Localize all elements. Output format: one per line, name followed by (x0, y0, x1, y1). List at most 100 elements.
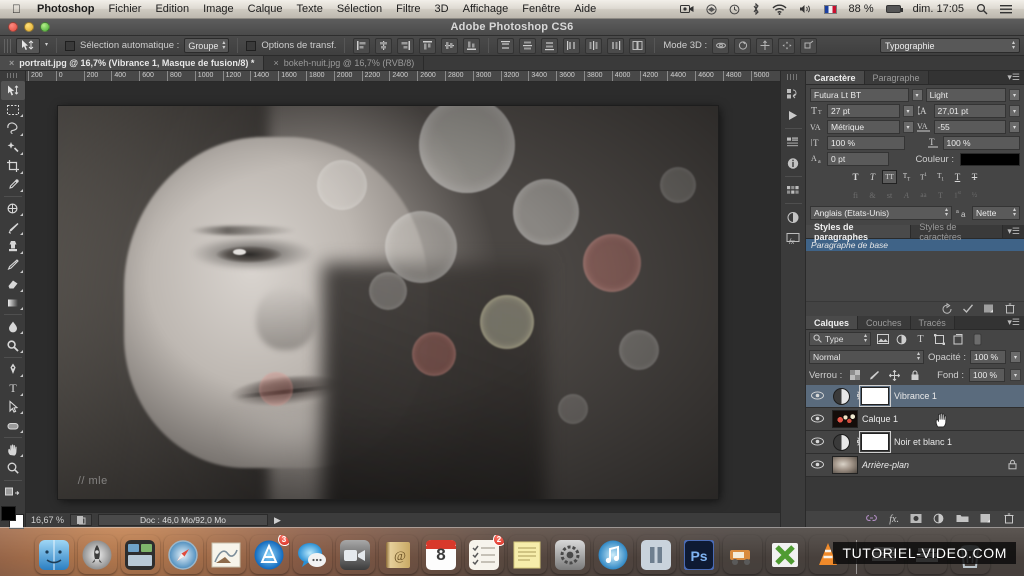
brush-tool[interactable] (1, 218, 25, 237)
menu-app-name[interactable]: Photoshop (30, 0, 101, 19)
menu-affichage[interactable]: Affichage (456, 0, 516, 19)
clone-stamp-tool[interactable] (1, 237, 25, 256)
tab-styles-caracteres[interactable]: Styles de caractères (911, 222, 1004, 242)
pixel-filter-icon[interactable] (875, 332, 890, 346)
add-layer-mask-icon[interactable] (910, 513, 922, 526)
dock-item-excel[interactable] (766, 535, 805, 574)
document-thumb-icon[interactable] (70, 514, 93, 526)
paragraph-styles-list[interactable]: Paragraphe de base (806, 239, 1024, 301)
distribute-left-icon[interactable] (563, 37, 581, 54)
hand-tool[interactable] (1, 440, 25, 459)
dock-item-contacts[interactable]: @ (379, 535, 418, 574)
path-selection-tool[interactable] (1, 398, 25, 417)
text-color-swatch[interactable] (960, 152, 1020, 166)
swatches-icon[interactable] (783, 180, 804, 200)
horizontal-ruler[interactable]: 200 0 200 400 600 800 1000 1200 1400 1600 1800 2000… (26, 71, 780, 82)
color-swatches[interactable] (0, 505, 25, 529)
font-family-chevron-icon[interactable]: ▾ (911, 89, 923, 101)
align-vertical-centers-icon[interactable] (441, 37, 459, 54)
lock-transparent-pixels-icon[interactable] (847, 368, 862, 382)
strikethrough-icon[interactable]: T (967, 170, 982, 184)
kerning-select[interactable]: Métrique (827, 120, 900, 134)
menu-image[interactable]: Image (196, 0, 241, 19)
history-icon[interactable] (783, 132, 804, 152)
spot-healing-brush-tool[interactable] (1, 199, 25, 218)
smart-object-filter-icon[interactable] (951, 332, 966, 346)
eyedropper-tool[interactable] (1, 176, 25, 195)
layer-row[interactable]: Vibrance 1 (806, 385, 1024, 408)
distribute-horizontal-center-icon[interactable] (585, 37, 603, 54)
close-tab-icon[interactable]: × (273, 58, 278, 68)
font-style-chevron-icon[interactable]: ▾ (1009, 89, 1020, 101)
panel-menu-icon[interactable]: ▾☰ (1003, 71, 1024, 84)
tab-traces[interactable]: Tracés (910, 316, 955, 329)
language-select[interactable]: Anglais (Etats-Unis) ▴ ▾ (810, 206, 952, 220)
layer-visibility-icon[interactable] (806, 459, 828, 471)
dock-item-movist[interactable] (637, 535, 676, 574)
roll-3d-icon[interactable] (734, 37, 752, 54)
rectangular-marquee-tool[interactable] (1, 100, 25, 119)
new-style-icon[interactable] (983, 303, 995, 316)
volume-icon[interactable] (793, 4, 818, 14)
distribute-top-icon[interactable] (497, 37, 515, 54)
distribute-vertical-center-icon[interactable] (519, 37, 537, 54)
dock-item-notes[interactable] (508, 535, 547, 574)
tool-preset-chevron-icon[interactable]: ▾ (45, 42, 48, 48)
quick-selection-tool[interactable] (1, 138, 25, 157)
lock-image-pixels-icon[interactable] (867, 368, 882, 382)
screen-record-icon[interactable] (674, 4, 700, 14)
close-tab-icon[interactable]: × (9, 58, 14, 68)
time-machine-icon[interactable] (723, 4, 746, 15)
edit-in-quick-mask-icon[interactable] (1, 483, 25, 502)
zoom-tool[interactable] (1, 459, 25, 478)
tracking-input[interactable]: -55 (933, 120, 1006, 134)
delete-style-icon[interactable] (1004, 303, 1016, 316)
contextual-alternates-icon[interactable]: & (865, 188, 880, 202)
swash-icon[interactable]: A (899, 188, 914, 202)
all-caps-icon[interactable]: TT (882, 170, 897, 184)
dropbox-icon[interactable] (700, 3, 723, 15)
document-tab-portrait[interactable]: × portrait.jpg @ 16,7% (Vibrance 1, Masq… (0, 56, 265, 70)
type-filter-icon[interactable]: T (913, 332, 928, 346)
leading-chevron-icon[interactable]: ▾ (1009, 105, 1020, 117)
gradient-tool[interactable] (1, 294, 25, 313)
font-size-input[interactable]: 27 pt (827, 104, 900, 118)
pen-tool[interactable] (1, 360, 25, 379)
distribute-bottom-icon[interactable] (541, 37, 559, 54)
align-bottom-edges-icon[interactable] (463, 37, 481, 54)
dock-item-messages[interactable] (293, 535, 332, 574)
menu-fenetre[interactable]: Fenêtre (515, 0, 567, 19)
dock-item-mission-control[interactable] (121, 535, 160, 574)
canvas-area[interactable]: // mle (26, 82, 780, 512)
dock-item-safari[interactable] (164, 535, 203, 574)
slide-3d-icon[interactable] (778, 37, 796, 54)
horizontal-scale-input[interactable]: 100 % (942, 136, 1020, 150)
dock-item-calendar[interactable]: 8 (422, 535, 461, 574)
titling-alternates-icon[interactable]: T (933, 188, 948, 202)
fractions-icon[interactable]: ½ (967, 188, 982, 202)
menu-texte[interactable]: Texte (290, 0, 330, 19)
align-horizontal-centers-icon[interactable] (375, 37, 393, 54)
layer-row[interactable]: Calque 1 (806, 408, 1024, 431)
leading-input[interactable]: 27,01 pt (933, 104, 1006, 118)
document-tab-bokeh[interactable]: × bokeh-nuit.jpg @ 16,7% (RVB/8) (264, 56, 425, 70)
faux-bold-icon[interactable]: T (848, 170, 863, 184)
menu-fichier[interactable]: Fichier (101, 0, 148, 19)
scale-3d-icon[interactable] (800, 37, 818, 54)
apple-menu-icon[interactable]:  (6, 2, 30, 16)
tab-styles-paragraphes[interactable]: Styles de paragraphes (806, 222, 912, 242)
old-style-icon[interactable]: aa (916, 188, 931, 202)
align-right-edges-icon[interactable] (397, 37, 415, 54)
transform-controls-checkbox[interactable] (246, 40, 257, 51)
dock-item-transmit[interactable] (723, 535, 762, 574)
styles-icon[interactable]: fx (783, 228, 804, 248)
auto-align-layers-icon[interactable] (629, 37, 647, 54)
layer-mask-thumbnail[interactable] (859, 431, 891, 453)
faux-italic-icon[interactable]: T (865, 170, 880, 184)
options-bar-grip[interactable] (4, 38, 11, 53)
dock-item-itunes[interactable] (594, 535, 633, 574)
info-icon[interactable] (783, 153, 804, 173)
discretionary-ligatures-icon[interactable]: st (882, 188, 897, 202)
fill-chevron-icon[interactable]: ▾ (1010, 369, 1021, 381)
baseline-shift-input[interactable]: 0 pt (827, 152, 889, 166)
